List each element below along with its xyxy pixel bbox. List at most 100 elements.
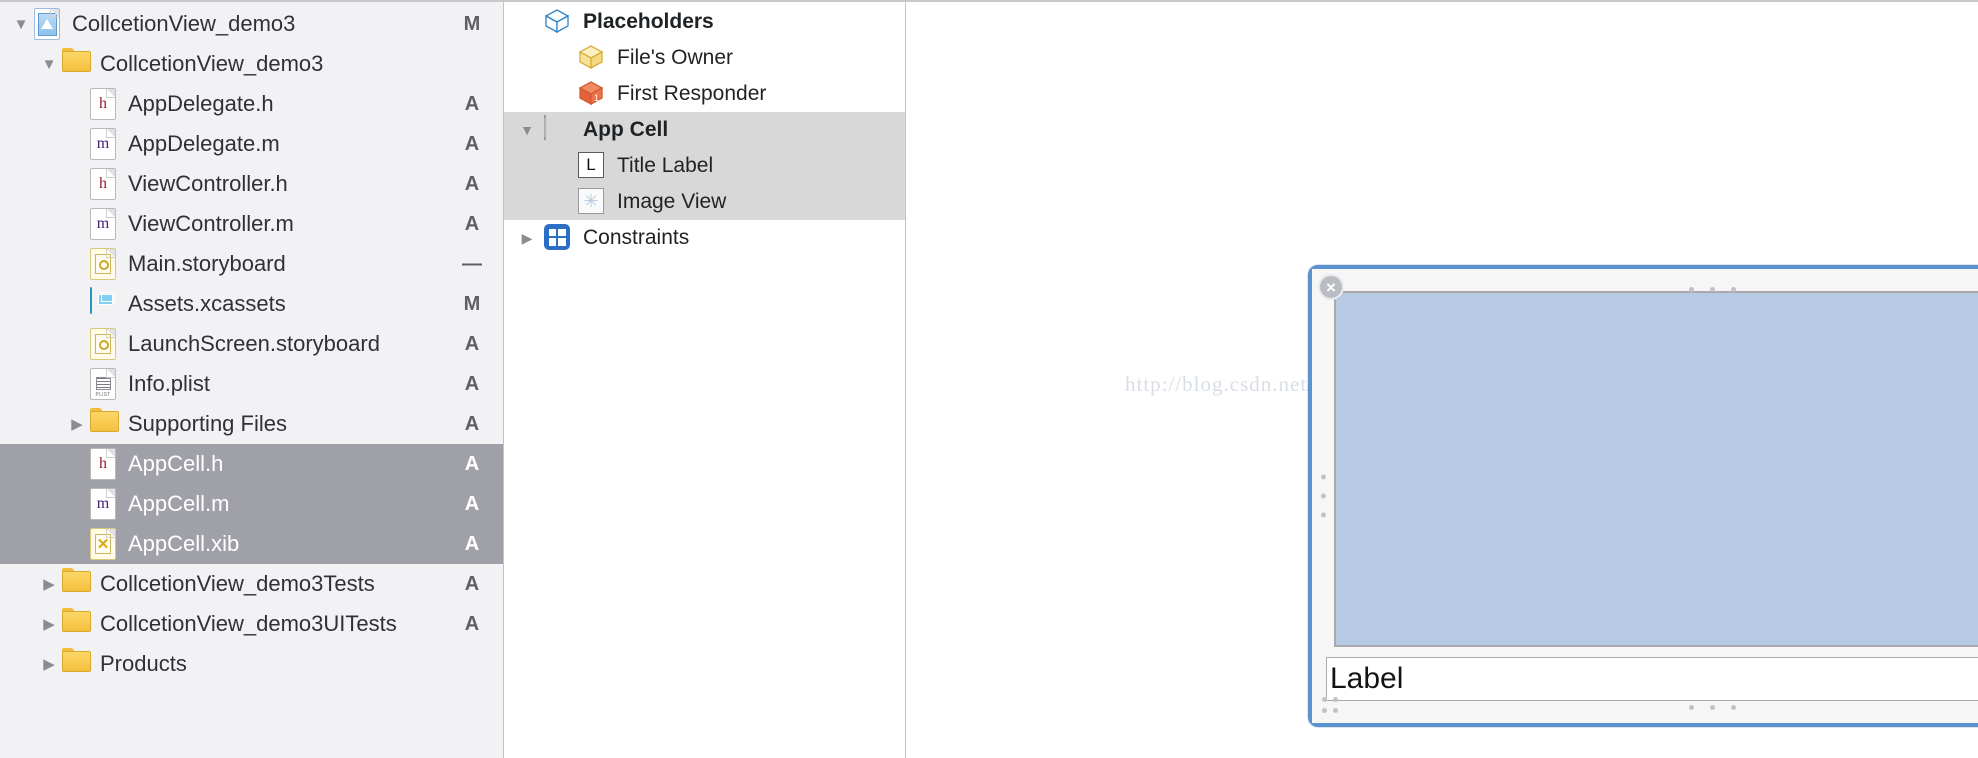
chevron-down-icon[interactable] — [36, 57, 62, 72]
handle-dot — [1321, 512, 1326, 518]
storyboard-file-icon — [90, 248, 118, 280]
scm-status-badge: A — [464, 332, 480, 355]
folder-icon — [62, 568, 90, 600]
chevron-right-icon[interactable] — [36, 657, 62, 672]
file-tree-row-label: Products — [100, 651, 187, 676]
label-icon: L — [578, 152, 608, 180]
handle-dot — [1730, 705, 1736, 710]
outline-row[interactable]: L Title Label — [504, 148, 905, 184]
canvas-top-divider — [906, 0, 1978, 2]
resize-handle-top[interactable] — [1312, 287, 1978, 292]
selected-collection-view-cell[interactable]: × Label — [1308, 265, 1978, 727]
outline-row[interactable]: Placeholders — [504, 4, 905, 40]
file-tree-row-label: AppDelegate.h — [128, 91, 274, 116]
file-tree-row[interactable]: m ViewController.m A — [0, 204, 503, 244]
scm-status-badge: A — [464, 412, 480, 435]
folder-icon — [62, 608, 90, 640]
navigator-top-divider — [0, 0, 503, 2]
folder-icon — [62, 648, 90, 680]
title-label-preview[interactable]: Label — [1326, 657, 1978, 701]
file-tree-row-label: CollcetionView_demo3Tests — [100, 571, 375, 596]
chevron-down-icon[interactable] — [8, 17, 34, 32]
close-icon[interactable]: × — [1318, 274, 1344, 300]
file-tree-row[interactable]: Products — [0, 644, 503, 684]
implementation-file-icon: m — [90, 208, 118, 240]
outline-top-divider — [504, 0, 905, 2]
image-view-placeholder[interactable] — [1334, 291, 1978, 647]
outline-row[interactable]: Constraints — [504, 220, 905, 256]
constraints-icon — [544, 224, 574, 252]
handle-dot — [1322, 708, 1327, 713]
file-tree-row[interactable]: m AppDelegate.m A — [0, 124, 503, 164]
svg-text:1: 1 — [594, 93, 599, 103]
resize-handle-left[interactable] — [1321, 474, 1326, 518]
file-tree-row[interactable]: ✕ AppCell.xib A — [0, 524, 503, 564]
file-tree-row-label: AppCell.xib — [128, 531, 240, 556]
assets-catalog-icon — [90, 287, 118, 320]
document-outline-tree[interactable]: Placeholders File's Owner 1 First Responder… — [504, 0, 905, 256]
scm-status-badge: A — [464, 452, 480, 475]
outline-row-label: App Cell — [583, 118, 669, 141]
file-tree-row[interactable]: h ViewController.h A — [0, 164, 503, 204]
file-tree-row-label: LaunchScreen.storyboard — [128, 331, 380, 356]
file-tree-row-label: Assets.xcassets — [128, 291, 286, 316]
file-tree-row[interactable]: Main.storyboard — — [0, 244, 503, 284]
handle-dot — [1688, 287, 1694, 292]
header-file-icon: h — [90, 168, 118, 200]
handle-dot — [1333, 708, 1338, 713]
blue-cube-icon — [544, 8, 574, 36]
file-tree-row[interactable]: h AppDelegate.h A — [0, 84, 503, 124]
file-tree-row[interactable]: CollcetionView_demo3 — [0, 44, 503, 84]
chevron-down-icon[interactable] — [510, 122, 544, 138]
chevron-right-icon[interactable] — [36, 577, 62, 592]
xcode-window: CollcetionView_demo3MCollcetionView_demo… — [0, 0, 1978, 758]
folder-icon — [90, 408, 118, 440]
file-tree-row-label: Main.storyboard — [128, 251, 286, 276]
outline-row-label: Constraints — [583, 226, 690, 249]
file-tree-row[interactable]: LaunchScreen.storyboard A — [0, 324, 503, 364]
scm-status-badge: A — [464, 212, 480, 235]
outline-row[interactable]: File's Owner — [504, 40, 905, 76]
interface-builder-canvas[interactable]: http://blog.csdn.net/ × Label — [906, 0, 1978, 758]
handle-dot — [1730, 287, 1736, 292]
project-navigator[interactable]: CollcetionView_demo3MCollcetionView_demo… — [0, 0, 504, 758]
file-tree-row[interactable]: Assets.xcassets M — [0, 284, 503, 324]
chevron-right-icon[interactable] — [510, 230, 544, 247]
handle-dot — [1709, 705, 1715, 710]
file-tree-row[interactable]: CollcetionView_demo3UITests A — [0, 604, 503, 644]
resize-handle-bottom[interactable] — [1312, 705, 1978, 710]
outline-row[interactable]: App Cell — [504, 112, 905, 148]
file-tree-row[interactable]: CollcetionView_demo3 M — [0, 4, 503, 44]
folder-icon — [62, 48, 90, 80]
file-tree-row-label: AppCell.h — [128, 451, 224, 476]
scm-status-badge: A — [464, 92, 480, 115]
yellow-cube-icon — [578, 44, 608, 72]
scm-status-badge: A — [464, 372, 480, 395]
file-tree-row[interactable]: m AppCell.m A — [0, 484, 503, 524]
document-outline-panel[interactable]: Placeholders File's Owner 1 First Responder… — [504, 0, 906, 758]
outline-row-label: First Responder — [617, 82, 767, 105]
outline-row[interactable]: ✳ Image View — [504, 184, 905, 220]
cell-content-area[interactable]: × Label — [1312, 269, 1978, 723]
outline-row-label: Placeholders — [583, 10, 714, 33]
outline-row-label: File's Owner — [617, 46, 734, 69]
scm-status-badge: A — [464, 572, 480, 595]
outline-row[interactable]: 1 First Responder — [504, 76, 905, 112]
file-tree-row[interactable]: Supporting Files A — [0, 404, 503, 444]
xib-file-icon: ✕ — [90, 528, 118, 560]
project-file-tree[interactable]: CollcetionView_demo3MCollcetionView_demo… — [0, 0, 503, 684]
file-tree-row-label: Supporting Files — [128, 411, 287, 436]
file-tree-row[interactable]: PLIST Info.plist A — [0, 364, 503, 404]
file-tree-row[interactable]: h AppCell.h A — [0, 444, 503, 484]
collection-cell-icon — [544, 115, 574, 144]
image-view-icon: ✳ — [578, 188, 608, 216]
file-tree-row-label: AppCell.m — [128, 491, 230, 516]
chevron-right-icon[interactable] — [64, 417, 90, 432]
file-tree-row[interactable]: CollcetionView_demo3Tests A — [0, 564, 503, 604]
chevron-right-icon[interactable] — [36, 617, 62, 632]
storyboard-file-icon — [90, 328, 118, 360]
orange-cube-icon: 1 — [578, 80, 608, 108]
file-tree-row-label: ViewController.h — [128, 171, 288, 196]
resize-handle-bottom-left[interactable] — [1322, 697, 1338, 713]
scm-status-badge: M — [463, 292, 481, 315]
